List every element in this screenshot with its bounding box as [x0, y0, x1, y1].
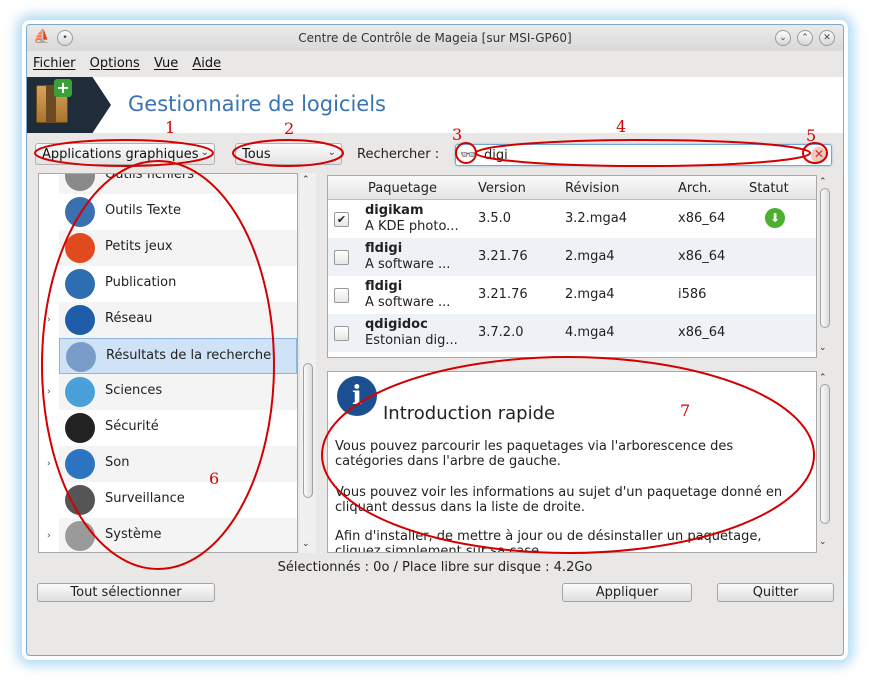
annotation-ellipse-1 — [34, 139, 214, 167]
annotation-ellipse-2 — [232, 139, 344, 167]
annotation-ellipse-4 — [475, 139, 811, 167]
annotation-overlay: 1 2 3 4 5 6 7 — [34, 117, 828, 570]
annotation-ellipse-7 — [321, 356, 815, 554]
annotation-ellipse-3 — [455, 142, 477, 164]
annotation-ellipse-5 — [802, 142, 828, 164]
annotation-number: 1 — [165, 118, 175, 137]
annotation-number: 6 — [209, 469, 219, 488]
annotation-number: 2 — [284, 119, 294, 138]
annotation-number: 7 — [680, 401, 690, 420]
annotation-number: 5 — [806, 126, 816, 145]
annotation-number: 4 — [616, 117, 626, 136]
annotation-number: 3 — [452, 125, 462, 144]
annotation-ellipse-6 — [41, 160, 275, 570]
